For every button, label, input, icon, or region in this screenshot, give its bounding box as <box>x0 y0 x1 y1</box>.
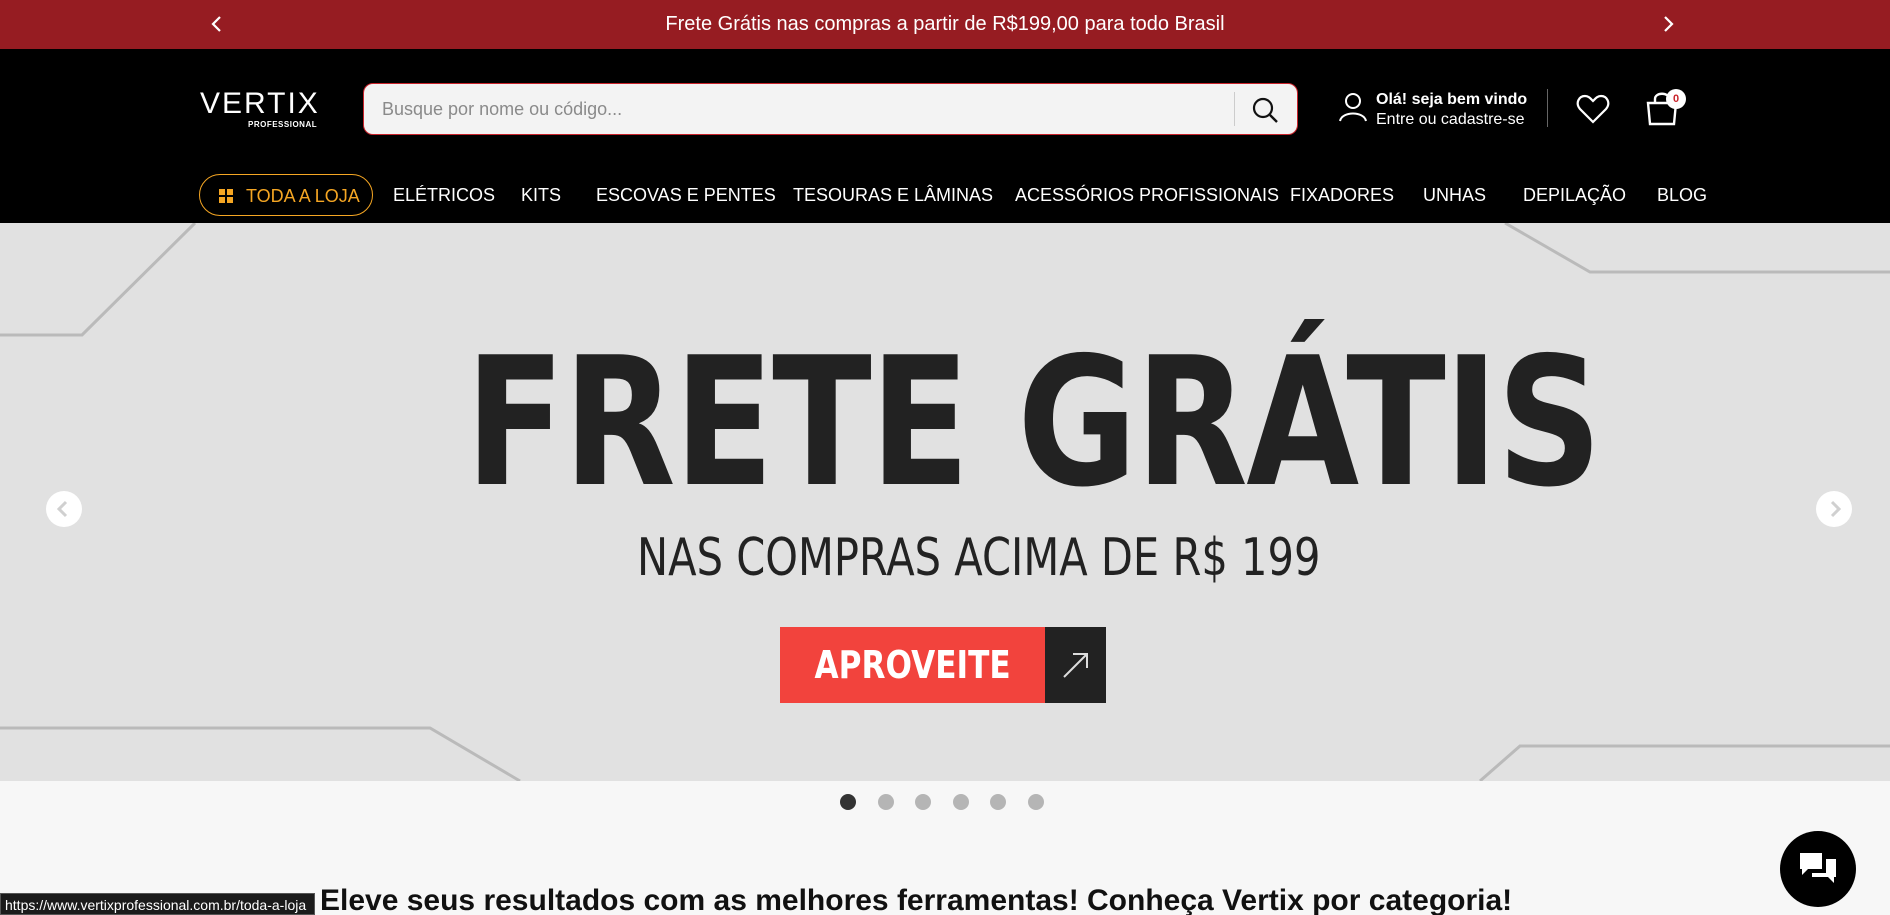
cart-count-badge: 0 <box>1666 89 1686 109</box>
chevron-right-icon <box>1830 500 1842 518</box>
account-link[interactable]: Olá! seja bem vindo Entre ou cadastre-se <box>1338 85 1538 135</box>
carousel-dot-5[interactable] <box>990 794 1006 810</box>
hero-headline: FRETE GRÁTIS <box>465 319 1602 526</box>
hero-banner[interactable]: FRETE GRÁTIS NAS COMPRAS ACIMA DE R$ 199… <box>0 223 1890 781</box>
logo-subtitle: PROFESSIONAL <box>248 120 318 129</box>
carousel-dots <box>840 794 1050 812</box>
nav-item-eletricos[interactable]: ELÉTRICOS <box>393 185 495 206</box>
cart-button[interactable]: 0 <box>1644 89 1686 127</box>
header-divider <box>1547 89 1548 127</box>
nav-item-tesouras-e-laminas[interactable]: TESOURAS E LÂMINAS <box>793 185 993 206</box>
nav-all-store-label: TODA A LOJA <box>246 186 360 206</box>
grid-icon <box>219 189 233 203</box>
nav-item-unhas[interactable]: UNHAS <box>1423 185 1486 206</box>
user-icon <box>1338 91 1368 123</box>
chat-bubbles-icon <box>1800 853 1836 883</box>
carousel-dot-2[interactable] <box>878 794 894 810</box>
carousel-prev-button[interactable] <box>46 491 82 527</box>
hero-subline: NAS COMPRAS ACIMA DE R$ 199 <box>637 528 1321 588</box>
nav-item-kits[interactable]: KITS <box>521 185 561 206</box>
arrow-up-right-icon <box>1063 653 1088 678</box>
chevron-right-icon[interactable] <box>1656 12 1680 36</box>
hero-cta-label: APROVEITE <box>814 643 1011 687</box>
heart-icon[interactable] <box>1576 93 1610 125</box>
nav-item-escovas-e-pentes[interactable]: ESCOVAS E PENTES <box>596 185 776 206</box>
chat-button[interactable] <box>1780 831 1856 907</box>
carousel-dot-3[interactable] <box>915 794 931 810</box>
main-nav: TODA A LOJA ELÉTRICOS KITS ESCOVAS E PEN… <box>199 174 1719 218</box>
logo[interactable]: VERTIX PROFESSIONAL <box>200 87 322 130</box>
nav-item-fixadores[interactable]: FIXADORES <box>1290 185 1394 206</box>
announcement-bar: Frete Grátis nas compras a partir de R$1… <box>0 0 1890 49</box>
hero-cta-button[interactable]: APROVEITE <box>780 627 1106 703</box>
search-icon[interactable] <box>1250 95 1280 125</box>
site-header: VERTIX PROFESSIONAL Olá! seja bem vindo … <box>0 49 1890 223</box>
nav-item-acessorios-profissionais[interactable]: ACESSÓRIOS PROFISSIONAIS <box>1015 185 1279 206</box>
nav-item-blog[interactable]: BLOG <box>1657 185 1707 206</box>
nav-all-store-button[interactable]: TODA A LOJA <box>199 174 373 216</box>
nav-item-depilacao[interactable]: DEPILAÇÃO <box>1523 185 1626 206</box>
carousel-dot-1[interactable] <box>840 794 856 810</box>
carousel-next-button[interactable] <box>1816 491 1852 527</box>
logo-wordmark: VERTIX <box>200 87 320 120</box>
carousel-dot-6[interactable] <box>1028 794 1044 810</box>
account-greeting: Olá! seja bem vindo <box>1376 91 1528 108</box>
status-bar-url: https://www.vertixprofessional.com.br/to… <box>0 893 316 915</box>
chevron-left-icon <box>56 500 68 518</box>
search-input[interactable] <box>382 94 1202 124</box>
announcement-text: Frete Grátis nas compras a partir de R$1… <box>665 13 1225 35</box>
search-divider <box>1234 92 1235 126</box>
category-section-title: Eleve seus resultados com as melhores fe… <box>320 884 1513 915</box>
account-login-text: Entre ou cadastre-se <box>1376 111 1525 128</box>
carousel-dot-4[interactable] <box>953 794 969 810</box>
search-bar <box>363 83 1298 135</box>
